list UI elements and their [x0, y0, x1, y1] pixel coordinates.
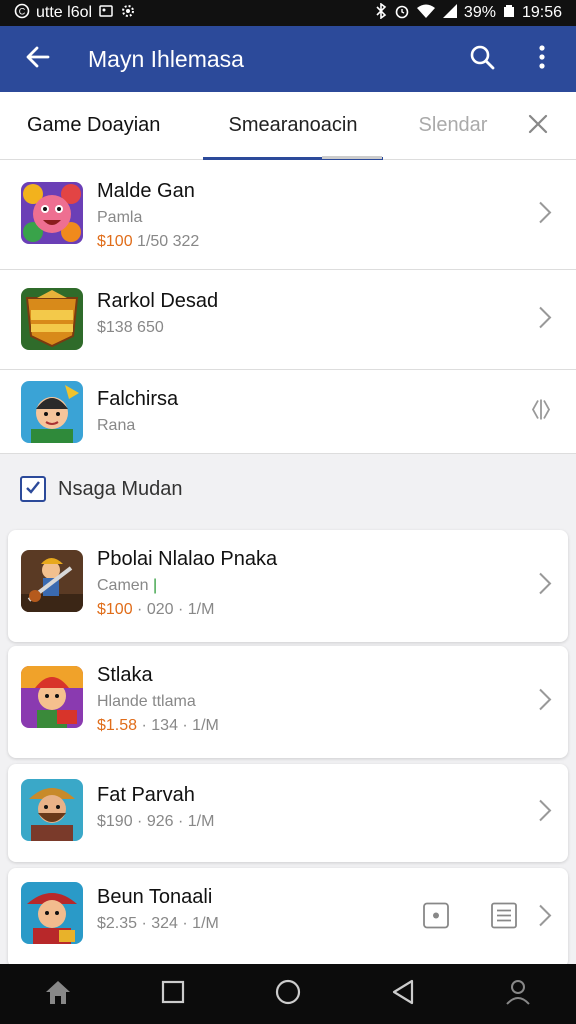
more-vert-icon [538, 44, 546, 75]
app-name: Falchirsa [97, 388, 179, 410]
app-price: $100 [97, 601, 133, 618]
home-icon [43, 978, 73, 1011]
app-meta: $100 · 020 · 1/M [97, 601, 277, 619]
page-title: Mayn Ihlemasa [88, 45, 244, 72]
app-stats: $138 650 [97, 319, 164, 336]
settings-icon [120, 3, 136, 24]
list-item[interactable]: Malde Gan Pamla $100 1/50 322 [0, 160, 576, 270]
account-nav-button[interactable] [488, 964, 548, 1024]
app-stats: 1/50 322 [132, 233, 200, 250]
chevron-right-icon [538, 200, 552, 229]
home-nav-button[interactable] [28, 964, 88, 1024]
search-icon [468, 43, 496, 76]
malhit-shield-icon [21, 288, 83, 350]
bearded-man-icon [21, 779, 83, 841]
app-name: Fat Parvah [97, 784, 195, 806]
tab-game[interactable]: Game Doayian [27, 92, 203, 160]
app-price: $100 [97, 233, 133, 250]
app-name: Stlaka [97, 664, 153, 686]
app-meta: $1.58 · 134 · 1/M [97, 717, 219, 735]
list-item[interactable]: Rarkol Desad $138 650 [0, 270, 576, 370]
status-indicator: | [153, 577, 158, 594]
chevron-right-icon [538, 799, 552, 828]
app-name: Rarkol Desad [97, 290, 219, 312]
circle-icon [274, 978, 302, 1011]
person-icon [505, 978, 531, 1011]
chevron-right-icon [538, 904, 552, 933]
arrow-left-icon [24, 43, 52, 76]
back-nav-button[interactable] [373, 964, 433, 1024]
expand-collapse-icon[interactable] [530, 397, 552, 426]
tab-selected[interactable]: Smearanoacin [203, 92, 383, 160]
clock: 19:56 [521, 4, 562, 21]
square-icon [161, 980, 185, 1009]
list-card[interactable]: Stlaka Hlande ttlama $1.58 · 134 · 1/M [8, 646, 568, 758]
copyright-icon: C [14, 3, 30, 24]
chevron-right-icon [538, 572, 552, 601]
system-nav-bar [0, 964, 576, 1024]
tab-slendar[interactable]: Slendar [383, 92, 523, 160]
status-left-text: utte l6ol [36, 4, 93, 21]
app-subtitle: Camen | [97, 577, 277, 595]
app-subtitle: Hlande ttlama [97, 693, 196, 710]
section-header: Nsaga Mudan [20, 476, 183, 502]
gallery-icon [98, 3, 114, 24]
section-title: Nsaga Mudan [58, 477, 183, 500]
app-stats: $2.35 · 324 · 1/M [97, 915, 219, 932]
document-button[interactable] [490, 902, 518, 935]
fruit-face-icon [21, 182, 83, 244]
chevron-right-icon [538, 305, 552, 334]
app-bar: Mayn Ihlemasa [0, 26, 576, 92]
app-list: Malde Gan Pamla $100 1/50 322 Rarkol Des… [0, 160, 576, 454]
search-button[interactable] [452, 26, 512, 92]
signal-icon [442, 3, 458, 24]
bluetooth-icon [374, 1, 388, 24]
app-name: Beun Tonaali [97, 886, 213, 908]
list-card[interactable]: Pbolai Nlalao Pnaka Camen | $100 · 020 ·… [8, 530, 568, 642]
status-bar: C utte l6ol 39% 19:56 [0, 0, 576, 26]
app-subtitle-text: Camen [97, 577, 149, 594]
app-subtitle: Pamla [97, 209, 143, 226]
recents-nav-button[interactable] [143, 964, 203, 1024]
home-circle-button[interactable] [258, 964, 318, 1024]
app-stats: $190 · 926 · 1/M [97, 813, 215, 830]
app-meta: $100 1/50 322 [97, 233, 199, 251]
check-icon [25, 479, 41, 500]
app-price: $1.58 [97, 717, 138, 734]
list-card[interactable]: Beun Tonaali $2.35 · 324 · 1/M [8, 868, 568, 968]
record-button[interactable] [422, 902, 450, 935]
guitar-warrior-icon [21, 550, 83, 612]
chevron-right-icon [538, 688, 552, 717]
tab-indicator-track [322, 156, 382, 159]
app-subtitle: Rana [97, 417, 136, 434]
svg-text:C: C [19, 6, 26, 16]
battery-icon [502, 3, 516, 24]
list-item[interactable]: Falchirsa Rana [0, 370, 576, 454]
boy-avatar-icon [21, 381, 83, 443]
app-stats: · 020 · 1/M [132, 601, 215, 618]
app-stats: · 134 · 1/M [137, 717, 219, 734]
section-checkbox[interactable] [20, 476, 46, 502]
close-icon [527, 113, 549, 140]
pirate-man-icon [21, 882, 83, 944]
back-button[interactable] [8, 26, 68, 92]
list-card[interactable]: Fat Parvah $190 · 926 · 1/M [8, 764, 568, 862]
battery-percent: 39% [463, 4, 496, 21]
app-name: Pbolai Nlalao Pnaka [97, 548, 278, 570]
overflow-menu-button[interactable] [512, 26, 572, 92]
wifi-icon [416, 3, 436, 24]
tab-bar: Game Doayian Smearanoacin Slendar [0, 92, 576, 160]
alarm-icon [394, 3, 410, 24]
red-hat-man-icon [21, 666, 83, 728]
triangle-back-icon [390, 978, 416, 1011]
app-name: Malde Gan [97, 180, 195, 202]
card-actions [422, 902, 518, 935]
close-tabs-button[interactable] [514, 92, 562, 160]
